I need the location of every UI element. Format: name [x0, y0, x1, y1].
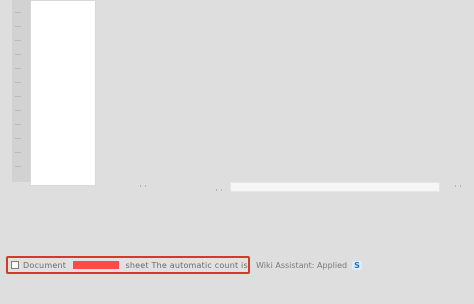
app-window: · · · · · · Document sheet The automatic… — [0, 0, 474, 304]
ruler-tick — [15, 26, 21, 27]
status-checkbox[interactable] — [11, 261, 19, 269]
ruler-tick — [15, 138, 21, 139]
status-chip — [72, 261, 119, 269]
status-bar: Document sheet The automatic count is — [6, 256, 250, 274]
ruler-tick — [15, 152, 21, 153]
scroll-indicator-right[interactable]: · · — [446, 183, 470, 191]
ruler-tick — [15, 110, 21, 111]
input-field[interactable] — [230, 182, 440, 192]
status-badge[interactable]: S — [352, 260, 362, 270]
ruler-tick — [15, 40, 21, 41]
status-text-1: Document — [23, 260, 67, 270]
ruler-tick — [15, 54, 21, 55]
status-text: Document sheet The automatic count is — [23, 261, 248, 270]
ruler-tick — [15, 12, 21, 13]
ruler-tick — [15, 166, 21, 167]
ruler-tick — [15, 82, 21, 83]
ruler-tick — [15, 96, 21, 97]
scroll-indicator-left[interactable]: · · — [134, 183, 152, 191]
main-content — [96, 0, 474, 182]
left-ruler — [12, 0, 31, 182]
side-panel — [30, 0, 96, 186]
status-text-2: sheet The automatic count is — [125, 260, 248, 270]
ruler-tick — [15, 124, 21, 125]
status-right-text: Wiki Assistant: Applied — [256, 260, 348, 270]
ruler-tick — [15, 68, 21, 69]
scroll-indicator-mid[interactable]: · · — [212, 187, 226, 195]
status-right: Wiki Assistant: Applied S — [256, 260, 470, 270]
